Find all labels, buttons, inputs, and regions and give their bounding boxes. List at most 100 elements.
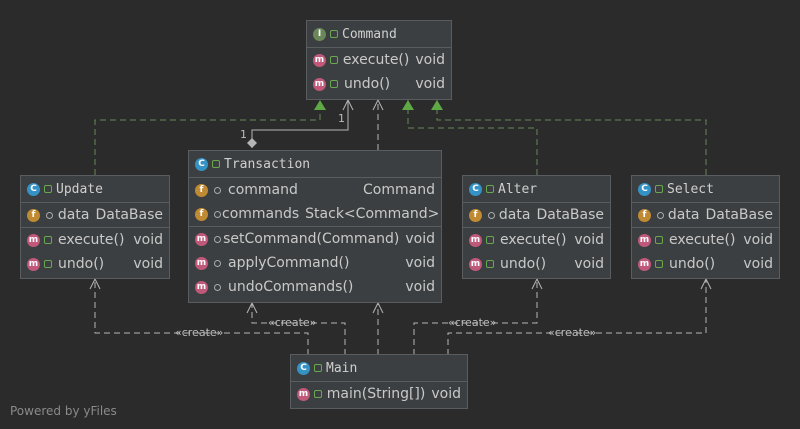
method-row[interactable]: m undo() void (632, 252, 779, 276)
class-title: Update (56, 181, 103, 197)
class-header: C Transaction (189, 151, 441, 178)
method-icon: m (195, 232, 208, 246)
field-icon: f (195, 183, 208, 197)
method-name: applyCommand() (228, 255, 350, 271)
class-title: Command (342, 26, 397, 42)
transaction-class-box[interactable]: C Transaction f command Command f comman… (188, 150, 442, 303)
methods-section: m execute() void m undo() void (463, 228, 610, 276)
method-name: undo() (344, 76, 391, 92)
methods-section: m execute() void m undo() void (632, 228, 779, 276)
method-type: void (743, 232, 773, 248)
package-private-icon (214, 186, 221, 194)
method-row[interactable]: m undo() void (463, 252, 610, 276)
method-type: void (405, 279, 435, 295)
methods-section: m setCommand(Command) void m applyComman… (189, 227, 441, 299)
method-row[interactable]: m execute() void (21, 228, 169, 252)
public-icon (44, 185, 52, 193)
field-type: DataBase (705, 207, 773, 223)
method-type: void (405, 255, 435, 271)
field-name: commands (222, 206, 300, 222)
public-icon (314, 390, 322, 398)
field-row[interactable]: f data DataBase (463, 203, 610, 227)
class-header: C Update (21, 176, 169, 203)
class-header: C Main (291, 355, 467, 382)
class-icon: C (297, 361, 310, 375)
method-row[interactable]: m execute() void (632, 228, 779, 252)
package-private-icon (214, 210, 221, 218)
field-icon: f (469, 208, 482, 222)
fields-section: f command Command f commands Stack<Comma… (189, 178, 441, 227)
public-icon (486, 185, 494, 193)
field-row[interactable]: f data DataBase (21, 203, 169, 227)
methods-section: m execute() void m undo() void (21, 228, 169, 276)
edge-select-implements-command (436, 100, 707, 175)
field-name: command (228, 182, 298, 198)
field-type: Stack<Command> (305, 206, 440, 222)
public-icon (212, 160, 220, 168)
method-name: setCommand(Command) (223, 231, 400, 247)
class-title: Transaction (224, 156, 311, 172)
methods-section: m execute() void m undo() void (307, 48, 451, 96)
method-type: void (415, 76, 445, 92)
public-icon (44, 260, 52, 268)
package-private-icon (657, 211, 664, 219)
method-row[interactable]: m main(String[]) void (291, 382, 467, 406)
class-title: Alter (498, 181, 538, 197)
fields-section: f data DataBase (632, 203, 779, 228)
method-name: undo() (669, 256, 716, 272)
method-row[interactable]: m undo() void (21, 252, 169, 276)
method-row[interactable]: m applyCommand() void (189, 251, 441, 275)
create-label-transaction: «create» (268, 316, 317, 329)
field-row[interactable]: f data DataBase (632, 203, 779, 227)
method-type: void (415, 52, 445, 68)
method-row[interactable]: m execute() void (307, 48, 451, 72)
method-row[interactable]: m undoCommands() void (189, 275, 441, 299)
static-method-icon: m (297, 387, 310, 401)
method-name: undo() (500, 256, 547, 272)
field-icon: f (195, 207, 208, 221)
public-icon (330, 30, 338, 38)
class-icon: C (27, 182, 40, 196)
method-name: main(String[]) (326, 386, 426, 402)
field-row[interactable]: f command Command (189, 178, 441, 202)
powered-by-footer: Powered by yFiles (10, 404, 117, 418)
class-icon: C (638, 182, 651, 196)
method-icon: m (27, 233, 40, 247)
method-icon: m (313, 77, 326, 91)
select-class-box[interactable]: C Select f data DataBase m execute() voi… (631, 175, 780, 279)
method-name: execute() (669, 232, 736, 248)
create-label-update: «create» (175, 326, 224, 339)
class-icon: C (195, 157, 208, 171)
command-interface-box[interactable]: I Command m execute() void m undo() void (306, 20, 452, 100)
method-row[interactable]: m setCommand(Command) void (189, 227, 441, 251)
field-type: DataBase (536, 207, 604, 223)
package-private-icon (214, 235, 221, 243)
public-icon (44, 236, 52, 244)
methods-section: m main(String[]) void (291, 382, 467, 406)
field-row[interactable]: f commands Stack<Command> (189, 202, 441, 226)
create-label-alter: «create» (448, 316, 497, 329)
field-type: Command (363, 182, 435, 198)
class-title: Main (326, 360, 358, 376)
edge-main-creates-transaction (251, 303, 346, 355)
multiplicity-label: 1 (338, 112, 345, 125)
class-header: C Select (632, 176, 779, 203)
method-type: void (574, 232, 604, 248)
method-icon: m (195, 280, 208, 294)
edge-transaction-aggregates-command (251, 100, 349, 148)
main-class-box[interactable]: C Main m main(String[]) void (290, 354, 468, 409)
field-icon: f (638, 208, 651, 222)
field-type: DataBase (95, 207, 163, 223)
method-icon: m (638, 257, 651, 271)
method-row[interactable]: m execute() void (463, 228, 610, 252)
method-row[interactable]: m undo() void (307, 72, 451, 96)
alter-class-box[interactable]: C Alter f data DataBase m execute() void… (462, 175, 611, 279)
update-class-box[interactable]: C Update f data DataBase m execute() voi… (20, 175, 170, 279)
field-name: data (57, 207, 90, 223)
fields-section: f data DataBase (21, 203, 169, 228)
method-icon: m (313, 53, 326, 67)
create-label-select: «create» (548, 326, 597, 339)
class-icon: C (469, 182, 482, 196)
method-name: execute() (500, 232, 567, 248)
method-icon: m (469, 233, 482, 247)
